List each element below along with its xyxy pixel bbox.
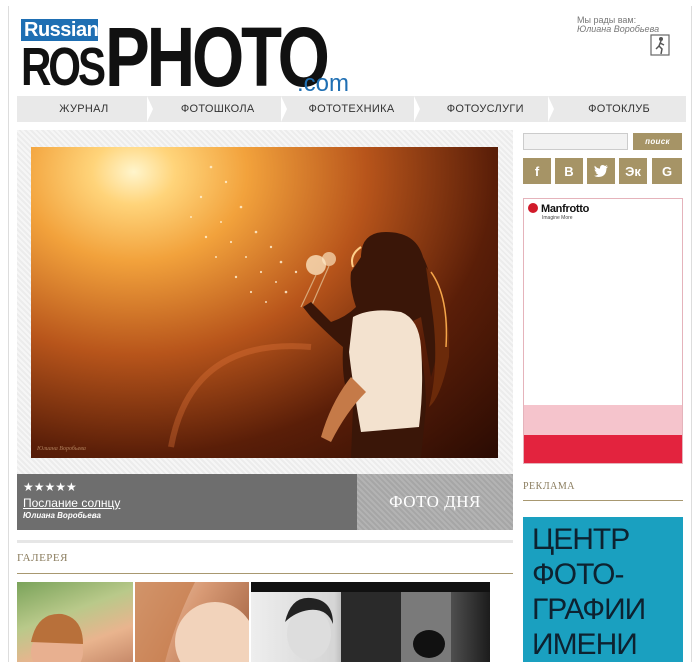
manfrotto-tagline: Imagine More: [542, 215, 573, 221]
photo-of-day-image[interactable]: Юлиана Воробьева: [31, 147, 498, 458]
photo-of-day-badge[interactable]: ФОТО ДНЯ: [357, 474, 513, 530]
google-icon[interactable]: G: [652, 158, 682, 184]
photo-center-ad[interactable]: ЦЕНТР ФОТО- ГРАФИИ ИМЕНИ: [523, 517, 683, 662]
manfrotto-logo: Manfrotto: [528, 203, 589, 215]
photo-title-link[interactable]: Послание солнцу: [23, 495, 351, 511]
search-input[interactable]: [523, 133, 628, 150]
ad-center-line: ИМЕНИ: [532, 628, 638, 661]
search-button[interactable]: поиск: [633, 133, 682, 150]
site-logo[interactable]: Russian ROS PHOTO .com: [21, 10, 349, 104]
ad-center-line: ЦЕНТР: [532, 523, 630, 556]
gallery-thumb[interactable]: [17, 582, 133, 662]
nav-item-phototech[interactable]: ФОТОТЕХНИКА: [280, 96, 419, 122]
user-name[interactable]: Юлиана Воробьева: [577, 25, 659, 34]
logo-domain: .com: [297, 70, 350, 97]
nav-item-photoclub[interactable]: ФОТОКЛУБ: [548, 96, 686, 122]
ad-stripe-pink: [524, 405, 682, 435]
logo-photo: PHOTO: [105, 10, 330, 104]
photo-watermark: Юлиана Воробьева: [37, 446, 86, 452]
odnoklassniki-icon[interactable]: Эк: [619, 158, 647, 184]
vkontakte-icon[interactable]: В: [555, 158, 583, 184]
gallery-heading[interactable]: ГАЛЕРЕЯ: [17, 552, 68, 564]
gallery-underline: [17, 573, 513, 574]
twitter-icon[interactable]: [587, 158, 615, 184]
ad-underline: [523, 500, 683, 501]
logo-ros: ROS: [21, 37, 106, 97]
ad-stripe-red: [524, 435, 682, 463]
manfrotto-brand: Manfrotto: [541, 203, 590, 215]
manfrotto-logo-icon: [528, 203, 538, 213]
ad-heading: РЕКЛАМА: [523, 481, 575, 492]
nav-item-photoschool[interactable]: ФОТОШКОЛА: [146, 96, 285, 122]
ad-center-line: ГРАФИИ: [532, 593, 646, 626]
photo-caption: ★★★★★ Послание солнцу Юлиана Воробьева: [17, 474, 357, 530]
welcome-block: Мы рады вам: Юлиана Воробьева: [577, 16, 659, 34]
rating-stars: ★★★★★: [23, 480, 77, 494]
nav-item-photoservices[interactable]: ФОТОУСЛУГИ: [414, 96, 552, 122]
logout-icon[interactable]: [650, 34, 670, 56]
section-divider: [17, 540, 513, 543]
gallery-thumb[interactable]: [251, 582, 490, 662]
gallery-thumb[interactable]: [135, 582, 249, 662]
facebook-icon[interactable]: f: [523, 158, 551, 184]
manfrotto-ad[interactable]: Manfrotto Imagine More: [523, 198, 683, 464]
ad-center-line: ФОТО-: [532, 558, 624, 591]
nav-item-journal[interactable]: ЖУРНАЛ: [17, 96, 151, 122]
photo-author[interactable]: Юлиана Воробьева: [23, 511, 351, 520]
main-nav: ЖУРНАЛ ФОТОШКОЛА ФОТОТЕХНИКА ФОТОУСЛУГИ …: [17, 96, 686, 122]
